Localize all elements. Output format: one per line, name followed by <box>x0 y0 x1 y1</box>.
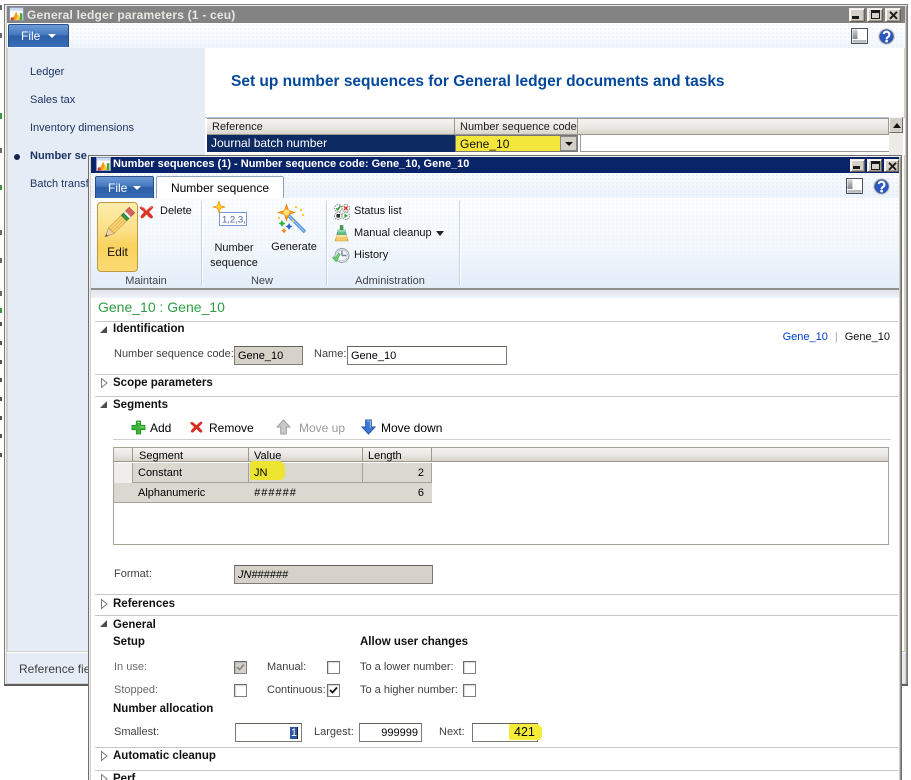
svg-text:1,2,3,: 1,2,3, <box>222 215 246 226</box>
